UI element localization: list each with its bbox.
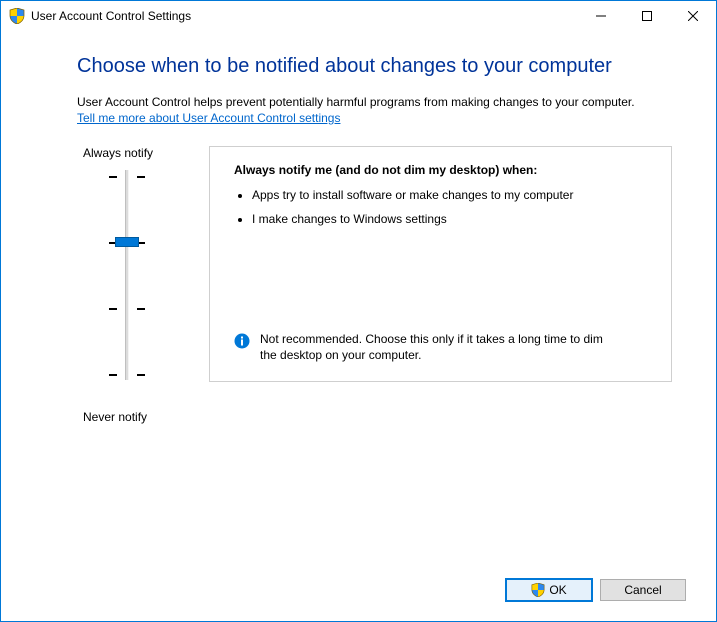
info-column: Always notify me (and do not dim my desk… [209, 146, 672, 424]
minimize-button[interactable] [578, 1, 624, 31]
dialog-button-row: OK Cancel [1, 573, 716, 621]
notification-level-slider[interactable] [77, 170, 209, 400]
slider-tick [109, 374, 117, 376]
uac-shield-icon [531, 583, 545, 597]
page-heading: Choose when to be notified about changes… [77, 55, 672, 78]
cancel-button[interactable]: Cancel [600, 579, 686, 601]
level-description-panel: Always notify me (and do not dim my desk… [209, 146, 672, 382]
maximize-button[interactable] [624, 1, 670, 31]
slider-tick [137, 308, 145, 310]
ok-button[interactable]: OK [506, 579, 592, 601]
panel-bullet-list: Apps try to install software or make cha… [252, 187, 647, 235]
close-button[interactable] [670, 1, 716, 31]
recommendation-text: Not recommended. Choose this only if it … [260, 331, 647, 363]
description-block: User Account Control helps prevent poten… [77, 94, 672, 126]
content-area: Choose when to be notified about changes… [1, 31, 716, 573]
ok-button-label: OK [549, 583, 566, 597]
uac-shield-icon [9, 8, 25, 24]
slider-tick [137, 374, 145, 376]
slider-bottom-label: Never notify [77, 410, 209, 424]
slider-tick [137, 176, 145, 178]
cancel-button-label: Cancel [624, 583, 661, 597]
slider-track [125, 170, 129, 380]
panel-bullet: Apps try to install software or make cha… [252, 187, 647, 203]
slider-top-label: Always notify [77, 146, 209, 160]
panel-bullet: I make changes to Windows settings [252, 211, 647, 227]
slider-tick [109, 176, 117, 178]
help-link[interactable]: Tell me more about User Account Control … [77, 111, 340, 125]
window-title: User Account Control Settings [31, 9, 191, 23]
uac-settings-window: User Account Control Settings Choose whe… [0, 0, 717, 622]
description-text: User Account Control helps prevent poten… [77, 95, 635, 109]
titlebar: User Account Control Settings [1, 1, 716, 31]
info-icon [234, 333, 250, 363]
slider-column: Always notify Never notify [77, 146, 209, 424]
slider-thumb[interactable] [115, 237, 139, 247]
panel-title: Always notify me (and do not dim my desk… [234, 163, 647, 177]
slider-tick [109, 308, 117, 310]
